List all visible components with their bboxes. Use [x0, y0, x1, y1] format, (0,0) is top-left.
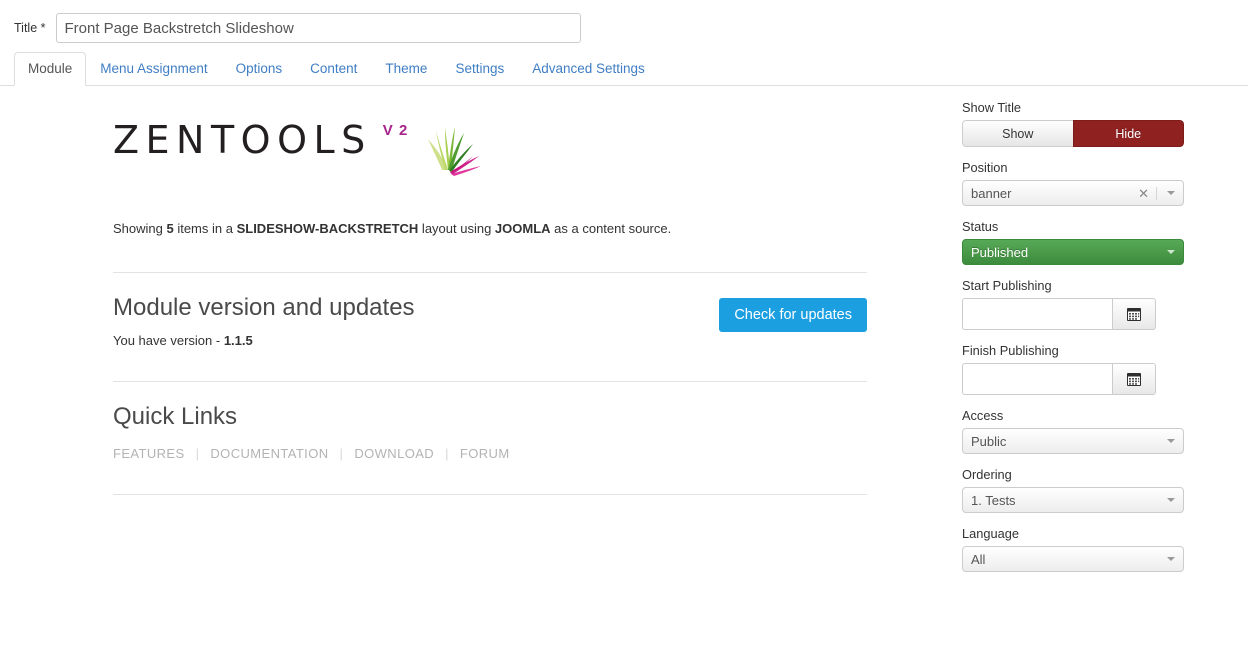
title-row: Title * — [0, 0, 1248, 44]
ordering-select[interactable]: 1. Tests — [962, 487, 1184, 513]
version-section-title: Module version and updates — [113, 293, 415, 321]
quick-links-separator-2: | — [339, 446, 344, 462]
zentools-version-badge: V 2 — [382, 122, 409, 139]
access-value: Public — [971, 433, 1007, 449]
calendar-icon — [1127, 308, 1141, 321]
access-label: Access — [962, 408, 1004, 423]
status-value: Published — [971, 244, 1029, 260]
ordering-value: 1. Tests — [971, 492, 1016, 508]
chevron-down-icon[interactable] — [1167, 191, 1175, 195]
start-publishing-group — [962, 298, 1183, 330]
position-select[interactable]: banner ✕ — [962, 180, 1184, 206]
tab-bar: Module Menu Assignment Options Content T… — [0, 51, 1248, 87]
quick-link-forum[interactable]: FORUM — [460, 446, 510, 461]
installed-version-prefix: You have version - — [113, 332, 224, 348]
divider-bottom — [113, 494, 867, 496]
title-label: Title * — [14, 21, 46, 35]
status-label: Status — [962, 219, 999, 234]
ordering-label: Ordering — [962, 467, 1012, 482]
chevron-down-icon[interactable] — [1167, 439, 1175, 443]
tab-theme[interactable]: Theme — [371, 52, 441, 87]
tab-content[interactable]: Content — [296, 52, 371, 87]
divider-middle — [113, 380, 867, 382]
finish-publishing-label: Finish Publishing — [962, 343, 1059, 358]
summary-prefix: Showing — [113, 221, 167, 236]
quick-links-separator-3: | — [445, 446, 449, 462]
quick-links-section: Quick Links FEATURES | DOCUMENTATION | D… — [113, 402, 955, 461]
finish-publishing-input[interactable] — [962, 363, 1112, 395]
language-label: Language — [962, 526, 1019, 541]
title-input[interactable] — [55, 13, 581, 43]
summary-suffix: as a content source. — [550, 221, 672, 236]
calendar-icon — [1127, 373, 1141, 386]
show-title-option-show[interactable]: Show — [962, 120, 1073, 147]
language-value: All — [971, 551, 986, 567]
start-publishing-label: Start Publishing — [962, 278, 1052, 293]
quick-link-download[interactable]: DOWNLOAD — [354, 446, 434, 461]
show-title-label: Show Title — [962, 100, 1022, 115]
check-for-updates-button[interactable]: Check for updates — [719, 297, 867, 332]
divider-top — [113, 271, 867, 273]
summary-item-count: 5 — [166, 221, 174, 236]
field-start-publishing: Start Publishing — [962, 278, 1183, 330]
field-finish-publishing: Finish Publishing — [962, 343, 1183, 395]
tab-settings[interactable]: Settings — [441, 52, 518, 87]
start-publishing-input[interactable] — [962, 298, 1112, 330]
finish-publishing-calendar-button[interactable] — [1112, 363, 1156, 395]
quick-links-list: FEATURES | DOCUMENTATION | DOWNLOAD | FO… — [113, 446, 955, 461]
quick-link-features[interactable]: FEATURES — [113, 446, 185, 461]
chevron-down-icon[interactable] — [1167, 498, 1175, 502]
summary-mid-1: items in a — [173, 221, 237, 236]
tab-options[interactable]: Options — [222, 52, 297, 87]
chevron-down-icon[interactable] — [1167, 557, 1175, 561]
show-title-option-hide[interactable]: Hide — [1072, 120, 1184, 147]
summary-mid-2: layout using — [418, 221, 495, 236]
field-show-title: Show Title Show Hide — [962, 100, 1184, 147]
version-section: Module version and updates You have vers… — [113, 293, 867, 348]
leaf-fan-icon — [418, 116, 482, 183]
field-ordering: Ordering 1. Tests — [962, 467, 1184, 513]
module-panel: ZENTOOLS V 2 Showing 5 items in a SLIDES… — [0, 86, 955, 585]
quick-link-documentation[interactable]: DOCUMENTATION — [210, 446, 328, 461]
zentools-wordmark: ZENTOOLS — [113, 118, 372, 162]
installed-version: You have version - 1.1.5 — [113, 333, 415, 348]
tab-menu-assignment[interactable]: Menu Assignment — [86, 52, 221, 87]
field-access: Access Public — [962, 408, 1184, 454]
summary-source: JOOMLA — [494, 221, 551, 236]
field-status: Status Published — [962, 219, 1184, 265]
module-sidebar: Show Title Show Hide Position banner ✕ S… — [955, 86, 1248, 585]
access-select[interactable]: Public — [962, 428, 1184, 454]
installed-version-number: 1.1.5 — [223, 332, 253, 348]
language-select[interactable]: All — [962, 546, 1184, 572]
quick-links-separator-1: | — [195, 446, 200, 462]
zentools-logo: ZENTOOLS V 2 — [113, 116, 955, 186]
summary-layout: SLIDESHOW-BACKSTRETCH — [236, 221, 419, 236]
position-value: banner — [971, 185, 1012, 201]
finish-publishing-group — [962, 363, 1183, 395]
field-language: Language All — [962, 526, 1184, 572]
position-label: Position — [962, 160, 1008, 175]
start-publishing-calendar-button[interactable] — [1112, 298, 1156, 330]
close-icon[interactable]: ✕ — [1138, 186, 1157, 200]
status-select[interactable]: Published — [962, 239, 1184, 265]
content-summary: Showing 5 items in a SLIDESHOW-BACKSTRET… — [113, 219, 955, 239]
tab-module[interactable]: Module — [14, 51, 87, 86]
quick-links-title: Quick Links — [113, 402, 238, 430]
chevron-down-icon[interactable] — [1167, 250, 1175, 254]
field-position: Position banner ✕ — [962, 160, 1184, 206]
tab-advanced-settings[interactable]: Advanced Settings — [518, 52, 659, 87]
show-title-toggle[interactable]: Show Hide — [962, 120, 1184, 147]
